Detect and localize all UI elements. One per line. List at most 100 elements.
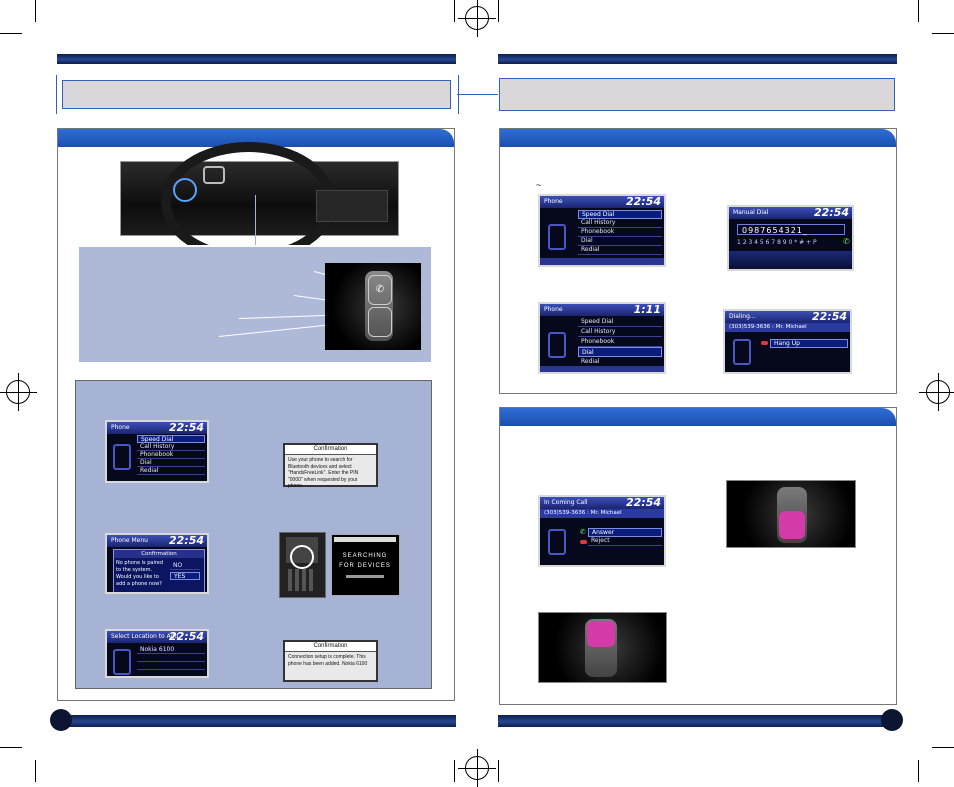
caller-line: (303)539-3636 : Mr. Michael — [540, 509, 664, 518]
left-page-number-badge — [50, 709, 72, 731]
steering-wheel-photo — [120, 142, 399, 262]
hangup-button-photo — [538, 612, 667, 683]
hangup-button[interactable] — [368, 307, 392, 337]
controls-closeup-photo: ✆ — [325, 263, 421, 350]
right-bottom-bar — [498, 715, 897, 727]
steering-wheel-rim — [161, 142, 336, 262]
phone-icon — [113, 444, 131, 470]
crop-mark-top-right — [932, 33, 954, 34]
location-empty-1[interactable] — [137, 654, 205, 662]
crop-mark-top-right-v — [918, 0, 919, 22]
searching-text: SEARCHING FOR DEVICES — [339, 553, 391, 569]
dialog-body: Use your phone to search for Bluetooth d… — [288, 457, 359, 489]
menu-item-0[interactable]: Speed Dial — [578, 317, 662, 327]
menu-item-3[interactable]: Dial — [137, 459, 205, 467]
incoming-call-screen: In Coming Call 22:54 (303)539-3636 : Mr.… — [538, 495, 666, 567]
steering-controls-highlight — [173, 178, 197, 202]
dialed-number[interactable]: 0987654321_ — [737, 224, 845, 235]
right-title-box — [499, 78, 895, 111]
menu-item-3[interactable]: Dial — [578, 237, 662, 246]
keypad-row[interactable]: 1 2 3 4 5 6 7 8 9 0 * # + P — [737, 239, 847, 246]
menu-item-3[interactable]: Dial — [578, 347, 662, 357]
phone-icon — [548, 224, 566, 250]
confirm-dialog-title: Confirmation — [114, 550, 204, 558]
dialing-screen: Dialing... 22:54 (303)539-3636 : Mr. Mic… — [723, 309, 852, 374]
left-bottom-bar — [57, 715, 456, 727]
menu-item-2[interactable]: Phonebook — [137, 451, 205, 459]
cellphone-photo — [279, 532, 326, 598]
crop-mark-top-left — [0, 33, 22, 34]
crop-mark-bottom-left — [0, 747, 22, 748]
menu-item-1[interactable]: Call History — [578, 219, 662, 228]
dialog-title: Confirmation — [285, 445, 376, 455]
registration-mark-bottom — [458, 749, 496, 787]
screen-clock: 22:54 — [625, 496, 661, 509]
crop-mark-bottom-center-l — [454, 760, 455, 782]
title-connector — [457, 94, 498, 95]
screen-clock: 22:54 — [168, 421, 204, 434]
searching-progress — [346, 575, 384, 578]
menu-item-0[interactable]: Speed Dial — [578, 210, 662, 219]
menu-item-0[interactable]: Speed Dial — [137, 435, 205, 443]
left-top-bar — [57, 54, 456, 64]
option-no[interactable]: NO — [170, 562, 200, 570]
phone-menu-confirm-screen: Phone Menu 22:54 Confirmation No phone i… — [105, 533, 209, 594]
hangup-icon — [761, 341, 768, 345]
call-icon[interactable]: ✆ — [843, 237, 850, 246]
menu-item-4[interactable]: Redial — [137, 467, 205, 475]
phone-menu-screen-b: Phone 1:11 Speed Dial Call History Phone… — [538, 302, 666, 374]
right-top-bar — [498, 54, 897, 64]
pickup-button-highlight — [779, 511, 805, 539]
pairing-phone-menu-screen: Phone 22:54 Speed Dial Call History Phon… — [105, 420, 209, 483]
crop-mark-bottom-right — [932, 747, 954, 748]
caller-line: (303)539-3636 : Mr. Michael — [725, 323, 850, 332]
right-page-number-badge — [881, 709, 903, 731]
screen-clock: 22:54 — [813, 206, 849, 219]
registration-mark-left — [0, 373, 37, 411]
location-empty-2[interactable] — [137, 662, 205, 670]
signal-bar — [334, 537, 396, 542]
location-entry[interactable]: Nokia 6100 — [137, 646, 205, 654]
left-title-box — [62, 80, 451, 109]
phone-menu-screen-a: Phone 22:54 Speed Dial Call History Phon… — [538, 194, 666, 267]
connection-complete-dialog: Confirmation Connection setup is complet… — [283, 640, 378, 682]
dialog-title: Confirmation — [285, 642, 376, 652]
crop-mark-top-center-r — [498, 0, 499, 22]
crop-mark-bottom-left-v — [35, 760, 36, 782]
registration-mark-right — [919, 373, 954, 411]
menu-item-4[interactable]: Redial — [578, 246, 662, 255]
keypad-shading — [729, 251, 852, 269]
crop-mark-top-left-v — [35, 0, 36, 22]
honda-logo — [203, 166, 225, 184]
photo-callout-line — [255, 195, 256, 247]
phone-icon — [733, 339, 751, 365]
dashboard-console — [316, 190, 388, 222]
registration-mark-top — [458, 0, 496, 37]
right-top-panel-header — [500, 129, 896, 147]
manual-dial-screen: Manual Dial 22:54 0987654321_ 1 2 3 4 5 … — [727, 205, 854, 271]
screen-footer — [540, 366, 664, 372]
menu-item-2[interactable]: Phonebook — [578, 228, 662, 237]
hangup-option[interactable]: Hang Up — [770, 339, 848, 348]
hangup-button-highlight — [587, 621, 615, 647]
screen-clock: 22:54 — [625, 195, 661, 208]
menu-item-1[interactable]: Call History — [137, 443, 205, 451]
menu-item-2[interactable]: Phonebook — [578, 337, 662, 347]
screen-clock: 22:54 — [168, 534, 204, 547]
screen-clock: 1:11 — [633, 303, 661, 316]
pickup-button[interactable]: ✆ — [368, 275, 392, 305]
option-yes[interactable]: YES — [170, 572, 200, 580]
reject-option[interactable]: Reject — [588, 537, 662, 546]
crop-mark-bottom-center-r — [498, 760, 499, 782]
answer-option[interactable]: Answer — [588, 528, 662, 537]
screen-footer — [540, 258, 664, 265]
menu-item-1[interactable]: Call History — [578, 327, 662, 337]
phone-icon — [548, 529, 566, 555]
right-bottom-panel-header — [500, 408, 896, 426]
confirmation-search-dialog: Confirmation Use your phone to search fo… — [283, 443, 378, 489]
confirm-dialog: Confirmation No phone is paired to the s… — [113, 549, 205, 592]
answer-icon: ✆ — [580, 528, 586, 536]
reject-icon — [580, 540, 587, 544]
dialog-body: Connection setup is complete. This phone… — [288, 654, 368, 667]
phone-icon — [548, 332, 566, 358]
